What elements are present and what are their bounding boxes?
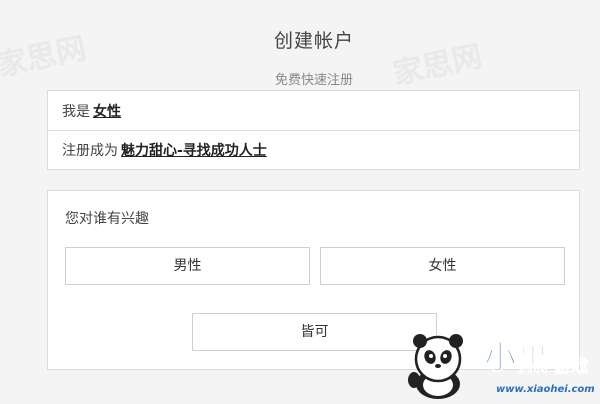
logo-char-1: 小 xyxy=(484,338,516,376)
register-type-value-link[interactable]: 魅力甜心-寻找成功人士 xyxy=(121,140,267,160)
page-subtitle: 免费快速注册 xyxy=(274,73,353,88)
logo-graphic: 小 黑 游戏 www.xiaohei.com xyxy=(408,334,595,399)
logo-char-2: 黑 xyxy=(518,343,548,378)
male-option-button[interactable]: 男性 xyxy=(65,247,310,285)
female-option-button[interactable]: 女性 xyxy=(320,247,565,285)
register-type-row[interactable]: 注册成为 魅力甜心-寻找成功人士 xyxy=(48,130,579,169)
site-logo: 小 黑 游戏 www.xiaohei.com xyxy=(404,330,600,400)
register-type-label: 注册成为 xyxy=(62,143,118,159)
profile-summary: 我是 女性 注册成为 魅力甜心-寻找成功人士 xyxy=(47,90,580,170)
panda-icon xyxy=(408,334,463,399)
interest-question: 您对谁有兴趣 xyxy=(65,211,149,227)
both-option-button[interactable]: 皆可 xyxy=(192,313,437,351)
logo-tag: 游戏 xyxy=(554,356,588,377)
gender-value-link[interactable]: 女性 xyxy=(93,101,121,121)
gender-label: 我是 xyxy=(62,103,90,120)
logo-url: www.xiaohei.com xyxy=(496,384,595,395)
page-title: 创建帐户 xyxy=(273,30,354,52)
gender-row[interactable]: 我是 女性 xyxy=(48,91,579,130)
